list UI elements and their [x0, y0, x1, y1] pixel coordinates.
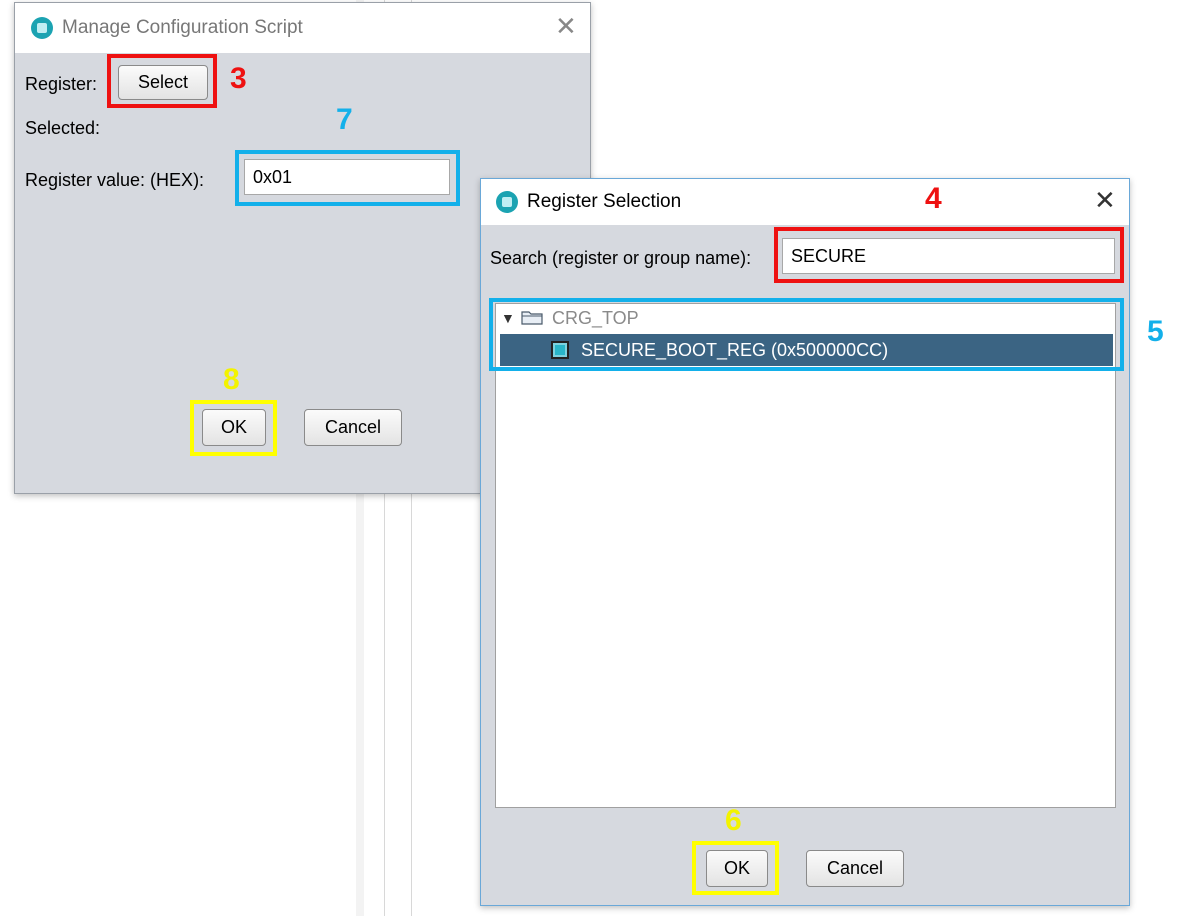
annotation-number-7: 7: [336, 103, 353, 136]
annotation-box-4: [774, 227, 1124, 283]
annotation-box-6: [692, 841, 779, 895]
annotation-number-4: 4: [925, 182, 942, 215]
title-bar: Manage Configuration Script ✕: [15, 3, 590, 53]
annotation-number-5: 5: [1147, 315, 1164, 348]
register-tree[interactable]: ▼ CRG_TOP SECURE_BOOT_REG (0x500000CC): [495, 303, 1116, 808]
search-label: Search (register or group name):: [490, 248, 752, 268]
annotation-number-6: 6: [725, 804, 742, 837]
register-selection-dialog: Register Selection ✕ Search (register or…: [480, 178, 1130, 906]
app-icon: [496, 191, 518, 213]
register-label: Register:: [25, 74, 98, 94]
annotation-box-3: [107, 54, 217, 108]
annotation-box-7: [235, 150, 460, 206]
close-icon[interactable]: ✕: [1094, 185, 1116, 215]
annotation-box-8: [190, 400, 277, 456]
annotation-number-8: 8: [223, 363, 240, 396]
annotation-number-3: 3: [230, 62, 247, 95]
app-icon: [31, 17, 53, 39]
dialog-title: Manage Configuration Script: [62, 17, 303, 38]
register-value-label: Register value: (HEX):: [25, 170, 205, 190]
selected-label: Selected:: [25, 118, 101, 138]
annotation-box-5: [489, 298, 1124, 371]
dialog-title: Register Selection: [527, 191, 682, 212]
cancel-button[interactable]: Cancel: [806, 850, 904, 887]
close-icon[interactable]: ✕: [555, 11, 577, 41]
cancel-button[interactable]: Cancel: [304, 409, 402, 446]
title-bar: Register Selection ✕: [481, 179, 1129, 225]
